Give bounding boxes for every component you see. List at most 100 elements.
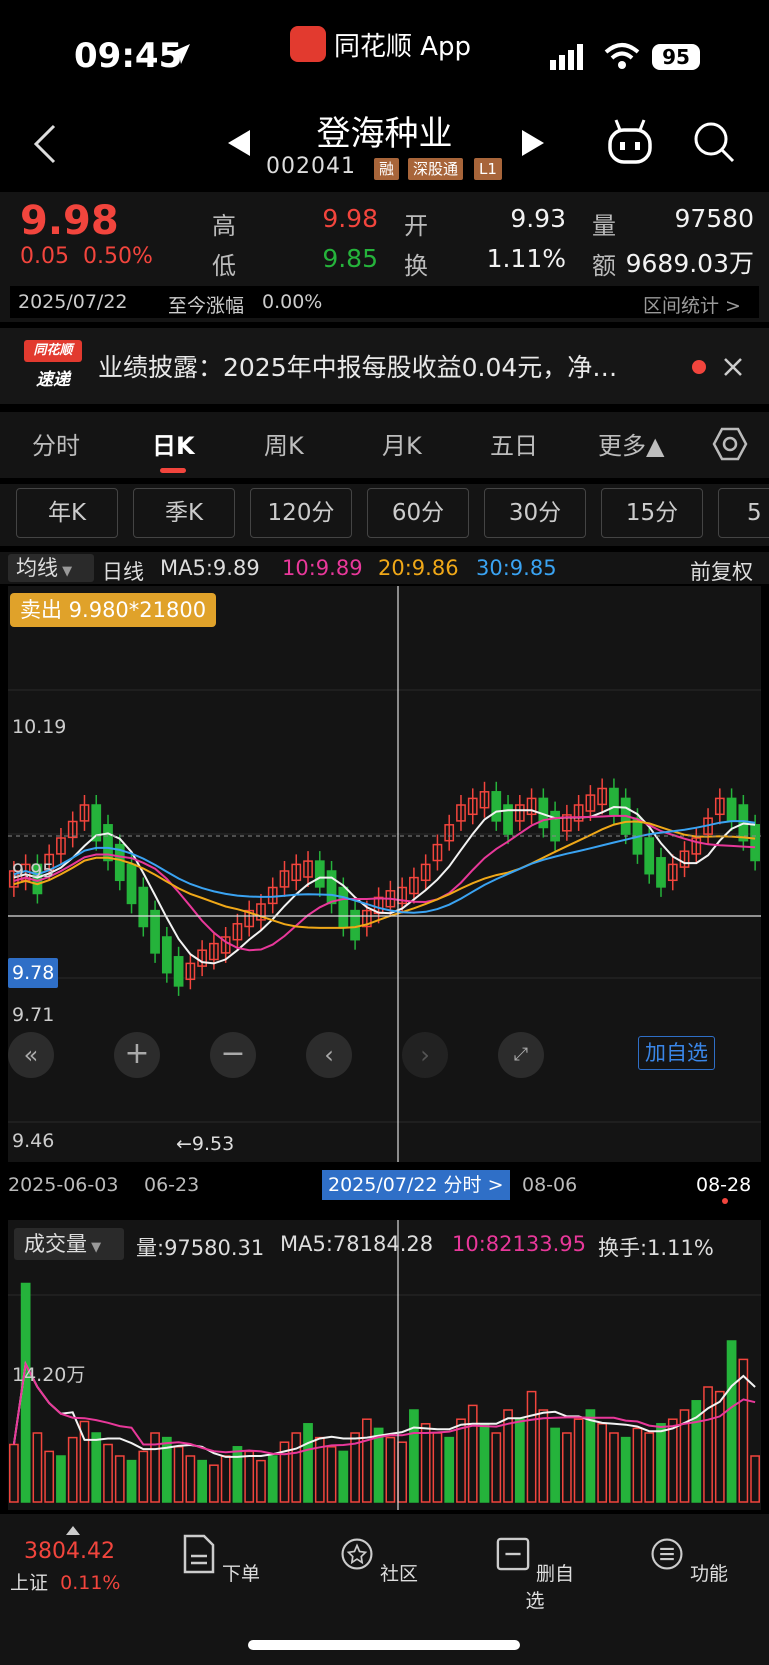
high-value: 9.98 — [322, 204, 378, 233]
add-watchlist-button[interactable]: 加自选 — [638, 1036, 715, 1070]
date-right-mid: 08-06 — [522, 1174, 578, 1196]
volume-bar — [538, 1409, 549, 1503]
volume-bar — [479, 1423, 490, 1503]
volume-y-label: 14.20万 — [12, 1364, 86, 1386]
tag-level: L1 — [474, 158, 502, 180]
zoom-out-button[interactable]: − — [210, 1032, 256, 1078]
community-button[interactable]: 社区 — [334, 1534, 424, 1586]
volume-bar — [232, 1446, 243, 1503]
tab-five-day[interactable]: 五日 — [490, 426, 538, 461]
order-button[interactable]: 下单 — [176, 1534, 266, 1586]
volume-bar — [56, 1455, 66, 1503]
close-icon[interactable] — [722, 356, 744, 378]
adjust-mode[interactable]: 前复权 — [690, 556, 753, 586]
news-logo: 同花顺 速递 — [24, 340, 82, 392]
indicator-selector[interactable]: 均线 ▼ — [8, 554, 94, 582]
y-label-lower: 9.71 — [12, 1004, 55, 1026]
volume-bar — [338, 1450, 349, 1503]
volume-bar — [526, 1390, 537, 1503]
news-ticker[interactable]: 同花顺 速递 业绩披露：2025年中报每股收益0.04元，净… — [0, 328, 769, 404]
function-button[interactable]: 功能 — [644, 1534, 734, 1586]
index-pct: 0.11% — [60, 1572, 121, 1594]
chip-15min[interactable]: 15分 — [601, 488, 703, 538]
y-label-top: 10.19 — [12, 716, 67, 738]
candle-body — [126, 863, 137, 905]
volume-chart[interactable]: 成交量 ▼ 量:97580.31 MA5:78184.28 10:82133.9… — [8, 1220, 761, 1510]
volume-bar — [173, 1446, 184, 1503]
scroll-right-button[interactable]: › — [402, 1032, 448, 1078]
range-stats-link[interactable]: 区间统计 > — [643, 291, 741, 318]
candle-body — [726, 797, 737, 822]
volume-canvas[interactable] — [8, 1220, 761, 1510]
volume-bar — [667, 1418, 678, 1503]
volume-bar — [197, 1459, 208, 1503]
volume-bar — [9, 1443, 19, 1503]
volume-bar — [432, 1432, 443, 1503]
index-value: 3804.42 — [24, 1539, 115, 1564]
tab-monthly-k[interactable]: 月K — [382, 426, 422, 461]
chip-quarterly[interactable]: 季K — [133, 488, 235, 538]
since-label: 至今涨幅 — [168, 295, 245, 317]
volume-bar — [32, 1432, 43, 1503]
volume-bar — [397, 1441, 408, 1503]
index-ticker[interactable]: 3804.42 上证 0.11% — [10, 1526, 140, 1595]
ma-legend: 均线 ▼ 日线 MA5:9.89 10:9.89 20:9.86 30:9.85… — [0, 552, 769, 584]
news-headline[interactable]: 业绩披露：2025年中报每股收益0.04元，净… — [98, 348, 678, 384]
range-date: 2025/07/22 — [18, 291, 128, 313]
date-end: 08-28 — [696, 1174, 752, 1196]
next-stock-icon[interactable] — [520, 128, 546, 158]
volume-bar — [244, 1450, 255, 1503]
volume-bar — [714, 1390, 725, 1503]
zoom-in-button[interactable]: + — [114, 1032, 160, 1078]
kline-canvas[interactable] — [8, 586, 761, 1162]
ma5-line — [13, 805, 756, 965]
settings-hex-icon[interactable] — [712, 426, 748, 462]
volume-bar — [738, 1358, 749, 1503]
cursor-date-button[interactable]: 2025/07/22 分时 > — [322, 1170, 510, 1200]
chip-120min[interactable]: 120分 — [250, 488, 352, 538]
volume-bar — [585, 1409, 596, 1503]
volume-selector[interactable]: 成交量 ▼ — [14, 1228, 124, 1260]
app-indicator: 同花顺 App — [290, 26, 471, 62]
chip-30min[interactable]: 30分 — [484, 488, 586, 538]
volume-value: 量:97580.31 — [136, 1236, 265, 1260]
candle-body — [350, 909, 360, 941]
chip-yearly[interactable]: 年K — [16, 488, 118, 538]
tag-connect: 深股通 — [408, 158, 464, 180]
tab-more[interactable]: 更多▲ — [598, 426, 664, 461]
chip-5min[interactable]: 5 — [718, 488, 769, 538]
scroll-start-button[interactable]: « — [8, 1032, 54, 1078]
scroll-left-button[interactable]: ‹ — [306, 1032, 352, 1078]
volume-ma5: MA5:78184.28 — [280, 1232, 434, 1256]
home-indicator — [248, 1640, 520, 1650]
chip-60min[interactable]: 60分 — [367, 488, 469, 538]
candle-body — [150, 909, 160, 954]
date-start: 2025-06-03 — [8, 1174, 119, 1196]
volume-bar — [126, 1459, 137, 1503]
volume-ma10: 10:82133.95 — [452, 1232, 586, 1256]
high-label: 高 — [212, 212, 236, 240]
quote-panel: 9.98 0.05 0.50% 高 9.98 低 9.85 开 9.93 换 1… — [0, 192, 769, 322]
volume-turnover: 换手:1.11% — [598, 1236, 714, 1260]
tab-intraday[interactable]: 分时 — [32, 426, 80, 461]
volume-label: 量 — [592, 212, 616, 240]
volume-bar — [644, 1432, 655, 1503]
remove-watchlist-button[interactable]: 删自选 — [490, 1534, 580, 1613]
range-bar[interactable]: 2025/07/22 至今涨幅 0.00% 区间统计 > — [10, 286, 759, 318]
candle-body — [609, 787, 619, 816]
search-icon[interactable] — [692, 120, 736, 164]
volume-bar — [573, 1418, 584, 1503]
last-price: 9.98 — [20, 198, 119, 244]
active-tab-indicator — [160, 468, 186, 473]
tab-daily-k[interactable]: 日K — [152, 426, 195, 461]
tab-weekly-k[interactable]: 周K — [264, 426, 304, 461]
status-bar: 09:45 同花顺 App 95 — [0, 0, 769, 110]
kline-chart[interactable]: 卖出 9.980*21800 10.19 9.95 9.71 9.46 9.78… — [8, 586, 761, 1162]
assistant-robot-icon[interactable] — [606, 116, 654, 166]
period-label: 日线 — [102, 560, 144, 584]
fullscreen-button[interactable]: ⤢ — [498, 1032, 544, 1078]
candle-body — [750, 824, 760, 862]
menu-icon — [651, 1538, 683, 1570]
ma20-value: 20:9.86 — [378, 556, 459, 580]
volume-bar — [420, 1423, 431, 1503]
